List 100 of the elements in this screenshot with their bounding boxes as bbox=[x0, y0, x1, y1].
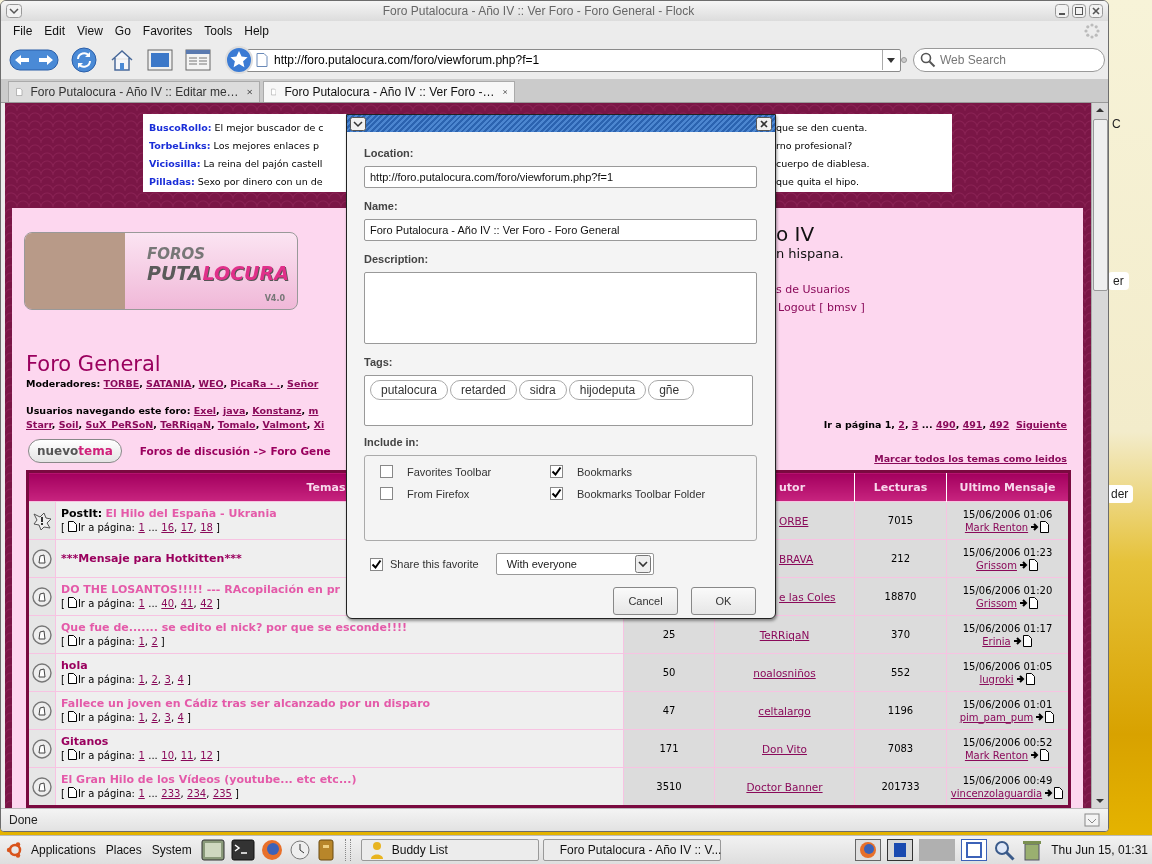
terminal-icon[interactable] bbox=[230, 839, 255, 861]
go-to-post-icon[interactable] bbox=[1030, 749, 1051, 761]
ad-link[interactable]: BuscoRollo: bbox=[149, 121, 212, 133]
author-link[interactable]: Don Vito bbox=[762, 742, 807, 755]
window-icon[interactable] bbox=[887, 839, 914, 861]
topic-title-link[interactable]: Gitanos bbox=[61, 735, 109, 748]
panel-menu[interactable]: System bbox=[148, 843, 195, 857]
page-link[interactable]: 3 bbox=[164, 674, 171, 685]
menu-item[interactable]: Help bbox=[238, 24, 275, 38]
checkbox[interactable] bbox=[370, 557, 383, 571]
topic-title-link[interactable]: hola bbox=[61, 659, 88, 672]
page-link[interactable]: 1 bbox=[138, 674, 145, 685]
checkbox[interactable] bbox=[550, 487, 563, 500]
close-icon[interactable] bbox=[756, 116, 772, 131]
last-post-user-link[interactable]: Erinia bbox=[982, 634, 1011, 648]
author-link[interactable]: e las Coles bbox=[779, 590, 836, 603]
checkbox[interactable] bbox=[550, 465, 563, 478]
go-to-post-icon[interactable] bbox=[1018, 597, 1039, 609]
globe-icon[interactable] bbox=[855, 839, 882, 861]
last-post-user-link[interactable]: Mark Renton bbox=[964, 748, 1029, 762]
page-link[interactable]: Siguiente bbox=[1015, 419, 1067, 430]
page-link[interactable]: 235 bbox=[212, 788, 232, 799]
description-field[interactable] bbox=[364, 272, 757, 344]
logout-link[interactable]: Logout [ bmsv ] bbox=[778, 300, 865, 316]
user-link[interactable]: Señor bbox=[287, 378, 319, 389]
ubuntu-logo-icon[interactable] bbox=[6, 841, 24, 859]
menu-item[interactable]: View bbox=[71, 24, 109, 38]
page-link[interactable]: 2 bbox=[151, 636, 158, 647]
dialog-button[interactable]: Cancel bbox=[613, 587, 678, 615]
clock-icon[interactable] bbox=[288, 839, 311, 861]
search-field[interactable]: Web Search bbox=[913, 48, 1105, 72]
menu-item[interactable]: Tools bbox=[198, 24, 239, 38]
author-link[interactable]: BRAVA bbox=[779, 552, 814, 565]
minimize-icon[interactable] bbox=[1055, 4, 1069, 18]
user-link[interactable]: Xi bbox=[313, 419, 325, 430]
user-link[interactable]: TeRRiqaN bbox=[160, 419, 211, 430]
topic-title-link[interactable]: ***Mensaje para Hotkitten*** bbox=[61, 552, 242, 565]
user-link[interactable]: m bbox=[308, 405, 319, 416]
last-post-user-link[interactable]: pim_pam_pum bbox=[959, 710, 1034, 724]
browser-tab[interactable]: Foro Putalocura - Año IV :: Ver Foro -… bbox=[263, 81, 515, 102]
checkbox[interactable] bbox=[380, 465, 393, 478]
window-menu-icon[interactable] bbox=[6, 4, 22, 18]
globe-icon[interactable] bbox=[260, 839, 283, 861]
network-icon[interactable] bbox=[961, 839, 988, 861]
user-link[interactable]: Konstanz bbox=[252, 405, 302, 416]
ad-link[interactable]: Viciosilla: bbox=[149, 157, 201, 169]
menu-item[interactable]: Favorites bbox=[136, 24, 199, 38]
panel-menu[interactable]: Applications bbox=[28, 843, 99, 857]
last-post-user-link[interactable]: Grissom bbox=[976, 558, 1017, 572]
page-link[interactable]: 4 bbox=[177, 674, 184, 685]
reload-icon[interactable] bbox=[71, 47, 97, 73]
page-link[interactable]: 1 bbox=[138, 788, 145, 799]
go-to-post-icon[interactable] bbox=[1018, 559, 1039, 571]
page-link[interactable]: 1 bbox=[138, 522, 145, 533]
page-link[interactable]: 492 bbox=[989, 419, 1010, 430]
location-field[interactable]: http://foro.putalocura.com/foro/viewforum.php?f=1 bbox=[364, 166, 757, 188]
go-to-post-icon[interactable] bbox=[1012, 635, 1033, 647]
ad-link[interactable]: TorbeLinks: bbox=[149, 139, 211, 151]
page-link[interactable]: 4 bbox=[177, 712, 184, 723]
trash-icon[interactable] bbox=[1021, 839, 1044, 861]
browser-tab[interactable]: Foro Putalocura - Año IV :: Editar me… bbox=[8, 81, 260, 102]
page-link[interactable]: 2 bbox=[151, 674, 158, 685]
menu-item[interactable]: File bbox=[7, 24, 39, 38]
name-field[interactable]: Foro Putalocura - Año IV :: Ver Foro - Foro General bbox=[364, 219, 757, 241]
author-link[interactable]: Doctor Banner bbox=[746, 780, 823, 793]
page-link[interactable]: 1 bbox=[138, 636, 145, 647]
dialog-button[interactable]: OK bbox=[691, 587, 756, 615]
photo-icon[interactable] bbox=[147, 48, 173, 72]
checkbox[interactable] bbox=[380, 487, 393, 500]
page-link[interactable]: 17 bbox=[180, 522, 194, 533]
address-field[interactable]: http://foro.putalocura.com/foro/viewforum.php?f=1 bbox=[247, 48, 901, 72]
page-link[interactable]: 490 bbox=[935, 419, 956, 430]
new-topic-button[interactable]: nuevotema bbox=[28, 439, 122, 463]
scroll-thumb[interactable] bbox=[1092, 119, 1108, 291]
go-to-post-icon[interactable] bbox=[1015, 673, 1036, 685]
page-link[interactable]: 1 bbox=[138, 712, 145, 723]
user-link[interactable]: Soil bbox=[58, 419, 79, 430]
mark-read-link[interactable]: Marcar todos los temas como leidos bbox=[874, 453, 1067, 464]
search-icon[interactable] bbox=[993, 839, 1016, 861]
news-feed-icon[interactable] bbox=[185, 48, 211, 72]
close-icon[interactable] bbox=[1089, 4, 1103, 18]
page-link[interactable]: 2 bbox=[151, 712, 158, 723]
page-link[interactable]: 12 bbox=[200, 750, 213, 761]
go-to-post-icon[interactable] bbox=[1035, 711, 1056, 723]
maximize-icon[interactable] bbox=[1072, 4, 1086, 18]
share-select[interactable]: With everyone bbox=[495, 553, 654, 575]
page-link[interactable]: 1 bbox=[138, 598, 145, 609]
last-post-user-link[interactable]: Grissom bbox=[976, 596, 1017, 610]
author-link[interactable]: TeRRiqaN bbox=[759, 628, 810, 641]
user-link[interactable]: PicaRa · . bbox=[230, 378, 281, 389]
last-post-user-link[interactable]: lugroki bbox=[979, 672, 1014, 686]
user-link[interactable]: Tomalo bbox=[217, 419, 256, 430]
scrollbar[interactable] bbox=[1091, 103, 1108, 808]
go-to-post-icon[interactable] bbox=[1044, 787, 1065, 799]
author-link[interactable]: ORBE bbox=[779, 514, 809, 527]
last-post-user-link[interactable]: Mark Renton bbox=[964, 520, 1029, 534]
menu-item[interactable]: Edit bbox=[38, 24, 72, 38]
last-post-user-link[interactable]: vincenzolaguardia bbox=[950, 786, 1043, 800]
user-link[interactable]: Valmont bbox=[262, 419, 307, 430]
author-link[interactable]: celtalargo bbox=[758, 704, 811, 717]
